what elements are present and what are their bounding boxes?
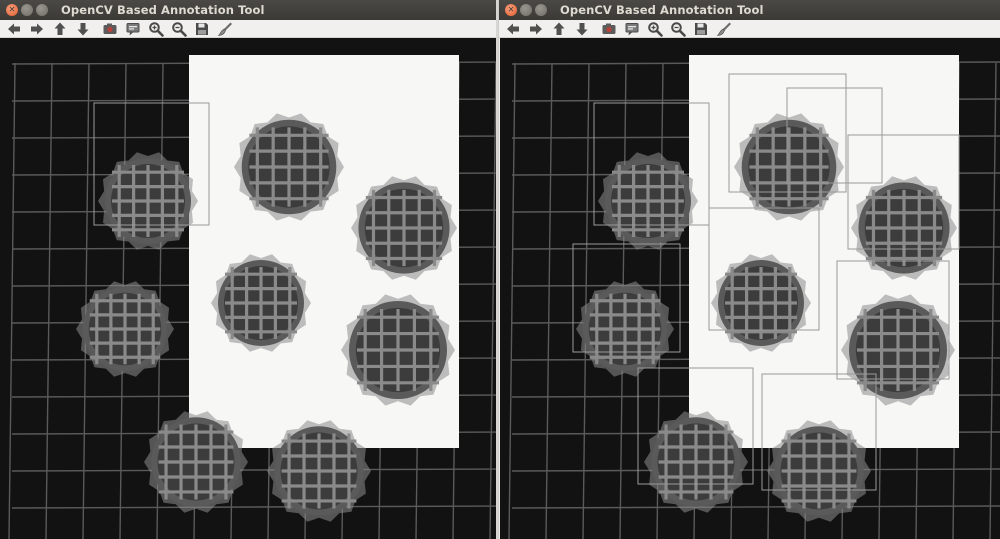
zoom-in-icon[interactable] bbox=[146, 21, 165, 37]
waffle bbox=[598, 152, 698, 250]
arrow-up-icon[interactable] bbox=[50, 21, 69, 37]
comment-icon[interactable] bbox=[123, 21, 142, 37]
image-canvas[interactable] bbox=[500, 38, 1000, 539]
image-canvas[interactable] bbox=[0, 38, 496, 539]
grid-line-vertical bbox=[508, 62, 516, 539]
annotation-window-right: ✕ OpenCV Based Annotation Tool bbox=[498, 0, 1000, 539]
window-title: OpenCV Based Annotation Tool bbox=[560, 3, 764, 17]
title-bar[interactable]: ✕ OpenCV Based Annotation Tool bbox=[499, 0, 1000, 20]
brush-icon[interactable] bbox=[215, 21, 234, 37]
annotation-window-left: ✕ OpenCV Based Annotation Tool bbox=[0, 0, 498, 539]
toolbar bbox=[0, 20, 496, 38]
grid-line-vertical bbox=[8, 62, 16, 539]
zoom-out-icon[interactable] bbox=[169, 21, 188, 37]
comment-icon[interactable] bbox=[622, 21, 641, 37]
camera-icon[interactable] bbox=[100, 21, 119, 37]
waffle bbox=[98, 152, 198, 250]
grid-line-vertical bbox=[489, 62, 496, 539]
toolbar bbox=[499, 20, 1000, 38]
arrow-down-icon[interactable] bbox=[572, 21, 591, 37]
desktop: ✕ OpenCV Based Annotation Tool ✕ OpenCV … bbox=[0, 0, 1000, 539]
maximize-icon[interactable] bbox=[36, 4, 48, 16]
grid-line-horizontal bbox=[511, 468, 1000, 472]
grid-line-vertical bbox=[582, 62, 590, 539]
grid-line-vertical bbox=[989, 62, 997, 539]
arrow-left-icon[interactable] bbox=[4, 21, 23, 37]
grid-line-vertical bbox=[45, 62, 53, 539]
arrow-left-icon[interactable] bbox=[503, 21, 522, 37]
grid-line-horizontal bbox=[11, 468, 496, 472]
annotated-image bbox=[508, 55, 1000, 539]
grid-line-horizontal bbox=[11, 505, 496, 509]
arrow-up-icon[interactable] bbox=[549, 21, 568, 37]
arrow-right-icon[interactable] bbox=[526, 21, 545, 37]
brush-icon[interactable] bbox=[714, 21, 733, 37]
close-icon[interactable]: ✕ bbox=[505, 4, 517, 16]
camera-icon[interactable] bbox=[599, 21, 618, 37]
grid-line-vertical bbox=[82, 62, 90, 539]
zoom-in-icon[interactable] bbox=[645, 21, 664, 37]
maximize-icon[interactable] bbox=[535, 4, 547, 16]
zoom-out-icon[interactable] bbox=[668, 21, 687, 37]
arrow-down-icon[interactable] bbox=[73, 21, 92, 37]
grid-line-horizontal bbox=[511, 505, 1000, 509]
close-icon[interactable]: ✕ bbox=[6, 4, 18, 16]
window-title: OpenCV Based Annotation Tool bbox=[61, 3, 265, 17]
arrow-right-icon[interactable] bbox=[27, 21, 46, 37]
save-icon[interactable] bbox=[691, 21, 710, 37]
save-icon[interactable] bbox=[192, 21, 211, 37]
annotated-image bbox=[8, 55, 496, 539]
minimize-icon[interactable] bbox=[520, 4, 532, 16]
minimize-icon[interactable] bbox=[21, 4, 33, 16]
title-bar[interactable]: ✕ OpenCV Based Annotation Tool bbox=[0, 0, 496, 20]
grid-line-vertical bbox=[545, 62, 553, 539]
